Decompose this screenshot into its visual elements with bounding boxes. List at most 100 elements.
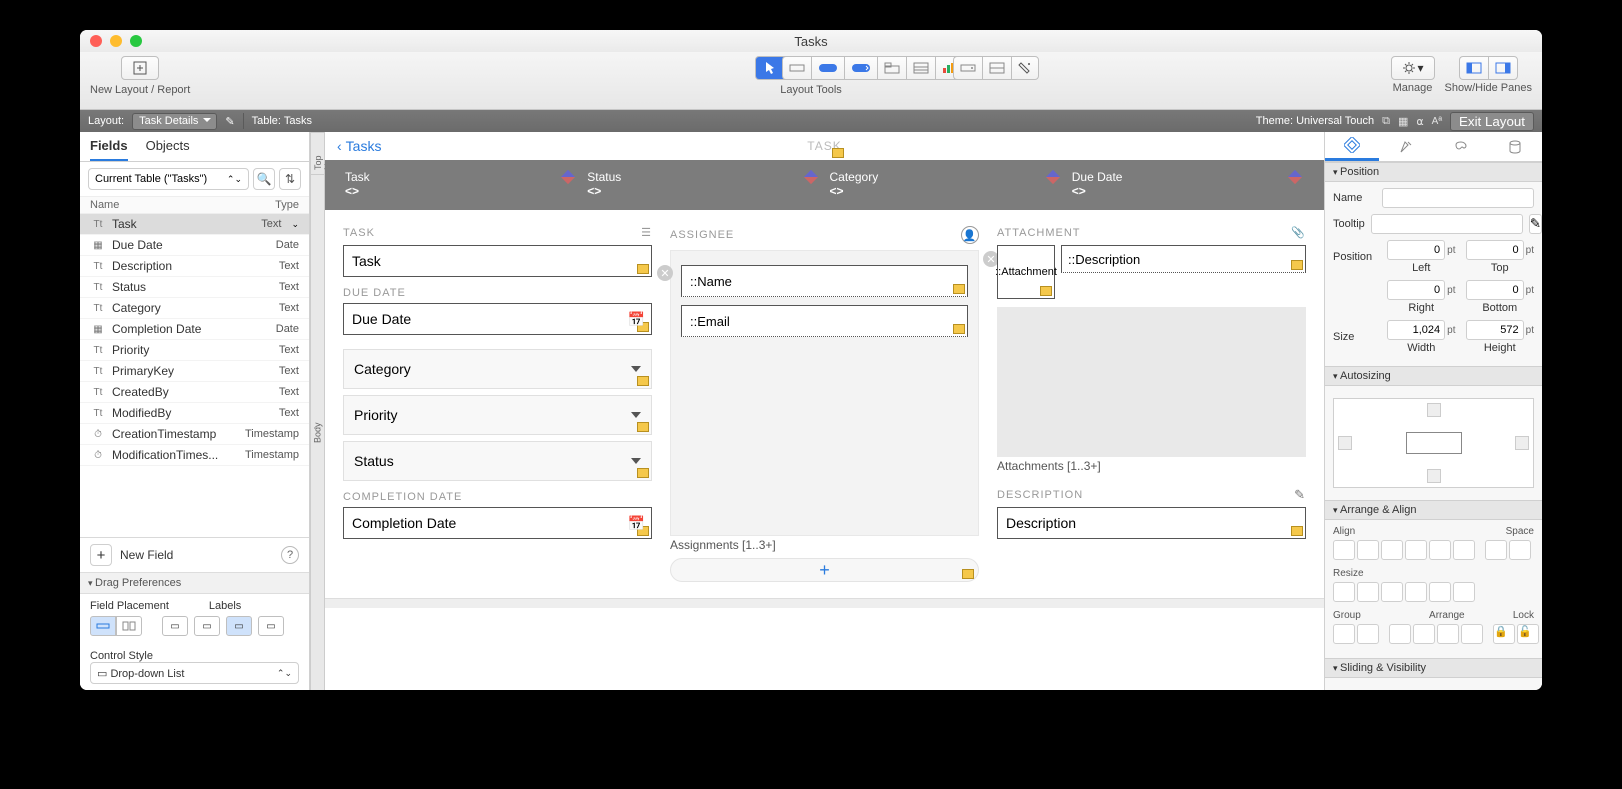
tool-button[interactable] <box>811 56 844 80</box>
pos-left-input[interactable] <box>1387 240 1445 260</box>
resize-1[interactable] <box>1333 582 1355 602</box>
space-h[interactable] <box>1485 540 1507 560</box>
insp-tooltip-input[interactable] <box>1371 214 1523 234</box>
label-none[interactable]: ▭ <box>258 616 284 636</box>
status-select[interactable]: Status <box>343 441 652 481</box>
drag-prefs-header[interactable]: Drag Preferences <box>80 572 309 594</box>
placement-vertical[interactable] <box>116 616 142 636</box>
section-sliding[interactable]: Sliding & Visibility <box>1325 658 1542 678</box>
horizontal-scrollbar[interactable] <box>325 598 1324 608</box>
field-boundaries-icon[interactable]: ▦ <box>1398 115 1408 128</box>
inspector-tab-appearance[interactable] <box>1434 132 1488 161</box>
tool-part[interactable] <box>982 56 1011 80</box>
resize-4[interactable] <box>1405 582 1427 602</box>
label-top[interactable]: ▭ <box>194 616 220 636</box>
text-ruler-icon[interactable]: Aª <box>1432 116 1442 127</box>
size-height-input[interactable] <box>1466 320 1524 340</box>
resize-6[interactable] <box>1453 582 1475 602</box>
assignee-name-field[interactable]: ::Name <box>681 265 968 297</box>
section-position[interactable]: Position <box>1325 162 1542 182</box>
category-select[interactable]: Category <box>343 349 652 389</box>
align-center-h[interactable] <box>1357 540 1379 560</box>
control-style-dropdown[interactable]: ▭ Drop-down List⌃⌄ <box>90 662 299 684</box>
align-top[interactable] <box>1405 540 1427 560</box>
toggle-left-pane[interactable] <box>1459 56 1488 80</box>
exit-layout-button[interactable]: Exit Layout <box>1450 112 1534 131</box>
edit-layout-icon[interactable]: ✎ <box>225 115 234 128</box>
tab-fields[interactable]: Fields <box>90 138 128 161</box>
unlock-button[interactable]: 🔓 <box>1517 624 1539 644</box>
priority-select[interactable]: Priority <box>343 395 652 435</box>
inspector-tab-styles[interactable] <box>1379 132 1433 161</box>
table-picker[interactable]: Current Table ("Tasks")⌃⌄ <box>88 168 249 190</box>
tab-objects[interactable]: Objects <box>146 138 190 161</box>
attachment-desc-field[interactable]: ::Description <box>1061 245 1306 273</box>
part-body[interactable]: Body <box>311 174 324 690</box>
tool-format-painter[interactable] <box>1011 56 1039 80</box>
bring-front[interactable] <box>1389 624 1411 644</box>
field-row[interactable]: ⏱ModificationTimes...Timestamp <box>80 445 309 466</box>
pos-bottom-input[interactable] <box>1466 280 1524 300</box>
field-row[interactable]: ⏱CreationTimestampTimestamp <box>80 424 309 445</box>
tool-tab[interactable] <box>877 56 906 80</box>
description-field[interactable]: Description <box>997 507 1306 539</box>
screen-icon[interactable]: ⧉ <box>1382 115 1390 128</box>
insp-name-input[interactable] <box>1382 188 1534 208</box>
align-bottom[interactable] <box>1453 540 1475 560</box>
assignee-email-field[interactable]: ::Email <box>681 305 968 337</box>
tool-field[interactable] <box>782 56 811 80</box>
field-row[interactable]: TtTaskText⌄ <box>80 214 309 235</box>
field-row[interactable]: ▦Due DateDate <box>80 235 309 256</box>
size-width-input[interactable] <box>1387 320 1445 340</box>
completion-field[interactable]: Completion Date <box>343 507 652 539</box>
bring-forward[interactable] <box>1413 624 1435 644</box>
pos-top-input[interactable] <box>1466 240 1524 260</box>
due-date-field[interactable]: Due Date <box>343 303 652 335</box>
field-row[interactable]: TtPriorityText <box>80 340 309 361</box>
tool-popover-button[interactable] <box>844 56 877 80</box>
attachment-container-field[interactable]: ::Attachment <box>997 245 1055 299</box>
tool-portal[interactable] <box>906 56 935 80</box>
assignments-portal[interactable]: ✕ ::Name ::Email <box>670 250 979 536</box>
add-assignee-button[interactable]: + <box>670 558 979 582</box>
resize-2[interactable] <box>1357 582 1379 602</box>
add-field-button[interactable]: + <box>90 544 112 566</box>
group-button[interactable] <box>1333 624 1355 644</box>
edit-icon[interactable]: ✎ <box>1294 487 1306 503</box>
label-inside[interactable]: ▭ <box>226 616 252 636</box>
field-row[interactable]: TtCreatedByText <box>80 382 309 403</box>
section-autosizing[interactable]: Autosizing <box>1325 366 1542 386</box>
space-v[interactable] <box>1509 540 1531 560</box>
tool-select[interactable] <box>755 56 783 80</box>
task-field[interactable]: Task <box>343 245 652 277</box>
send-backward[interactable] <box>1437 624 1459 644</box>
part-top-nav[interactable]: Top Nav.. <box>311 132 324 174</box>
help-icon[interactable]: ? <box>281 546 299 564</box>
manage-button[interactable]: ▾ <box>1391 56 1435 80</box>
field-row[interactable]: TtDescriptionText <box>80 256 309 277</box>
pos-right-input[interactable] <box>1387 280 1445 300</box>
inspector-tab-position[interactable] <box>1325 132 1379 161</box>
tool-field-picker[interactable] <box>953 56 982 80</box>
toggle-right-pane[interactable] <box>1488 56 1518 80</box>
person-icon[interactable]: 👤 <box>961 226 979 244</box>
field-row[interactable]: TtCategoryText <box>80 298 309 319</box>
inspector-tab-data[interactable] <box>1488 132 1542 161</box>
touch-icon[interactable]: ⍺ <box>1416 115 1423 128</box>
layout-canvas[interactable]: ‹ Tasks TASK Task<>Status<>Category<>Due… <box>325 132 1324 690</box>
ungroup-button[interactable] <box>1357 624 1379 644</box>
layout-dropdown[interactable]: Task Details <box>132 113 217 130</box>
resize-5[interactable] <box>1429 582 1451 602</box>
align-left[interactable] <box>1333 540 1355 560</box>
send-back[interactable] <box>1461 624 1483 644</box>
tooltip-edit-button[interactable]: ✎ <box>1529 214 1542 234</box>
delete-row-icon[interactable]: ✕ <box>657 265 673 281</box>
new-layout-button[interactable] <box>121 56 159 80</box>
sort-icon[interactable]: ⇅ <box>279 168 301 190</box>
list-icon[interactable]: ☰ <box>641 226 652 239</box>
lock-button[interactable]: 🔒 <box>1493 624 1515 644</box>
field-row[interactable]: TtStatusText <box>80 277 309 298</box>
align-right[interactable] <box>1381 540 1403 560</box>
align-center-v[interactable] <box>1429 540 1451 560</box>
resize-3[interactable] <box>1381 582 1403 602</box>
